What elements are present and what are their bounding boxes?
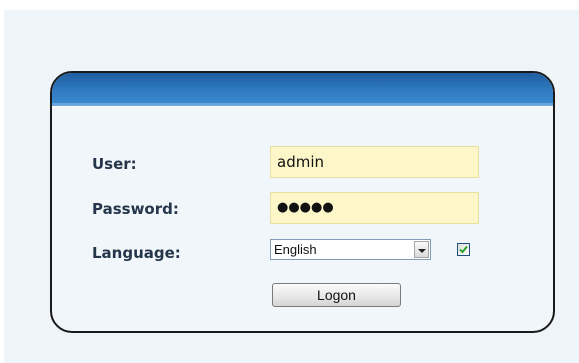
- checkmark-icon: [459, 245, 468, 254]
- panel-header-divider: [52, 106, 553, 107]
- user-label: User:: [92, 155, 137, 173]
- language-selected-value: English: [274, 242, 317, 257]
- logon-button[interactable]: Logon: [272, 283, 401, 307]
- chevron-down-icon: [418, 249, 426, 253]
- panel-header: [52, 73, 553, 103]
- password-label: Password:: [92, 200, 179, 218]
- remember-checkbox[interactable]: [457, 243, 470, 256]
- dropdown-button[interactable]: [414, 241, 429, 258]
- password-input[interactable]: ●●●●●: [270, 192, 479, 224]
- user-input[interactable]: admin: [270, 146, 479, 178]
- language-label: Language:: [92, 244, 181, 262]
- language-select[interactable]: English: [270, 239, 431, 260]
